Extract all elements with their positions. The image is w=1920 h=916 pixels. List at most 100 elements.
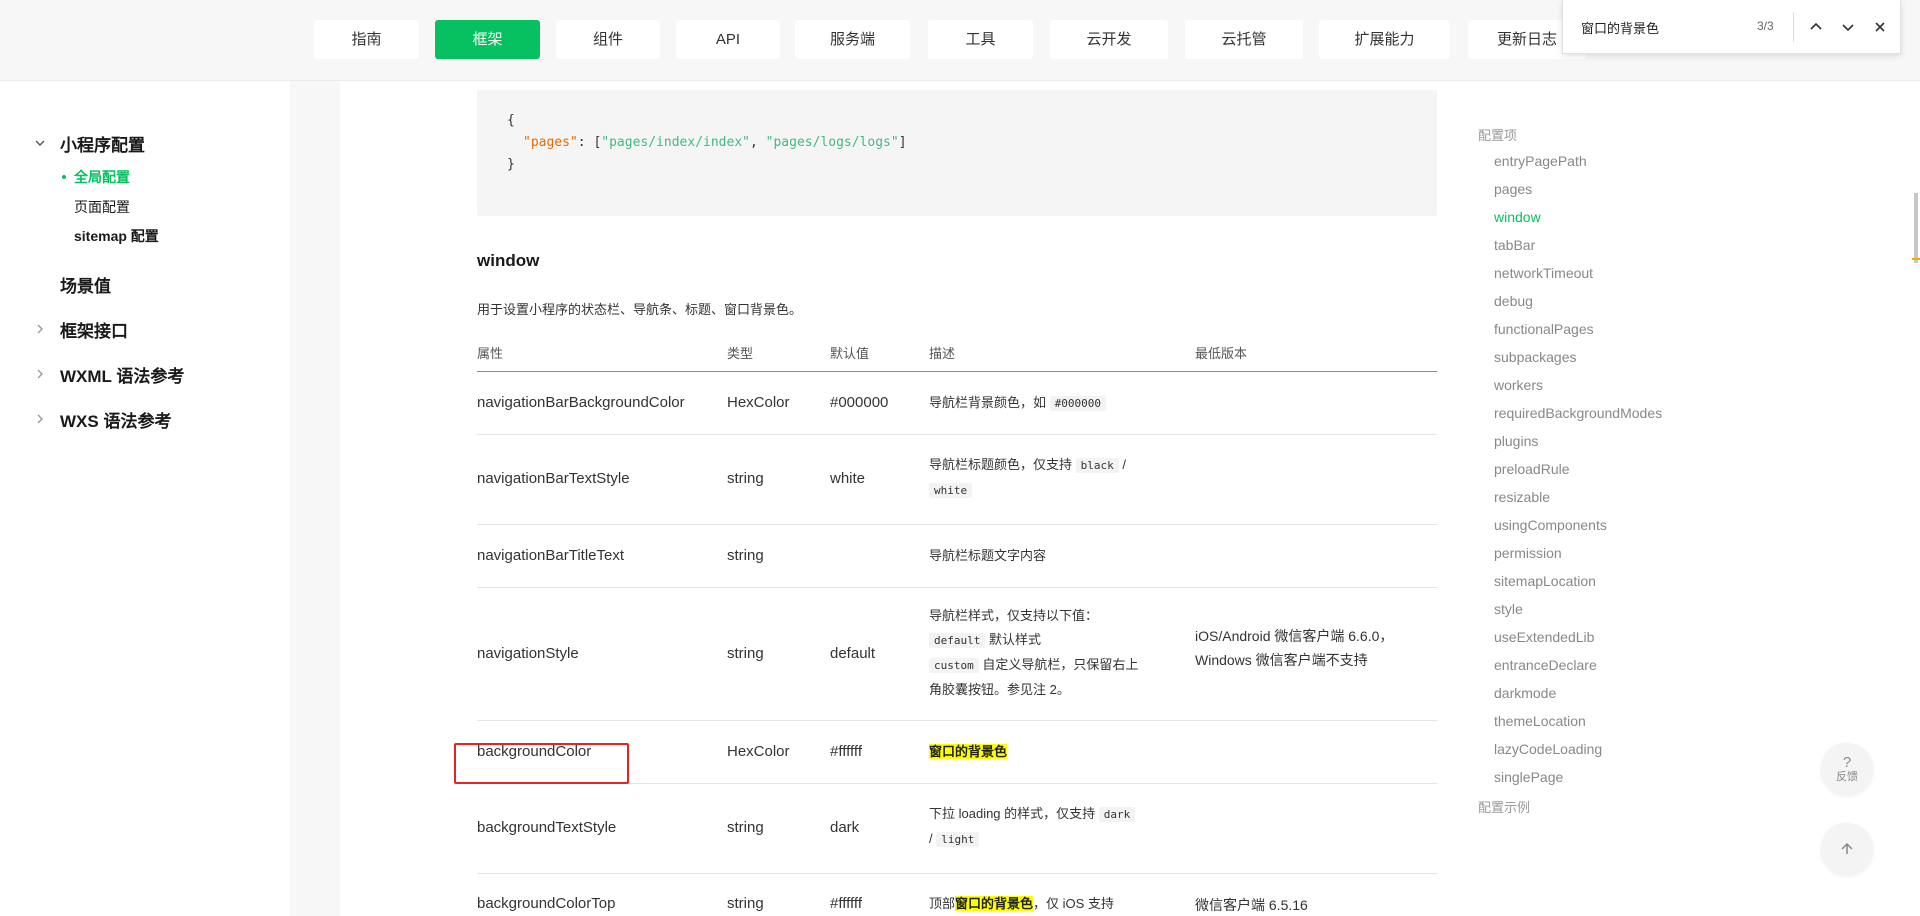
inline-code: white	[929, 483, 973, 498]
table-row: navigationBarTitleText string 导航栏标题文字内容	[477, 525, 1437, 588]
tab-tools[interactable]: 工具	[928, 20, 1033, 59]
code-sample: { "pages": ["pages/index/index", "pages/…	[477, 90, 1437, 216]
find-previous-button[interactable]	[1803, 14, 1829, 40]
toc-item[interactable]: networkTimeout	[1494, 265, 1593, 281]
toc-item[interactable]: singlePage	[1494, 769, 1563, 785]
toc-item[interactable]: entryPagePath	[1494, 153, 1587, 169]
cell-default: #000000	[830, 394, 889, 411]
code-key: "pages"	[523, 135, 578, 150]
desc-text: 下拉 loading 的样式，仅支持	[929, 806, 1096, 821]
cell-property: navigationBarBackgroundColor	[477, 394, 685, 411]
toc-heading[interactable]: 配置示例	[1478, 797, 1530, 816]
chevron-down-icon[interactable]	[34, 137, 46, 149]
tab-guide[interactable]: 指南	[314, 20, 419, 59]
table-row: backgroundTextStyle string dark 下拉 loadi…	[477, 784, 1437, 874]
sidebar-group-wxml[interactable]: WXML 语法参考	[60, 362, 184, 387]
find-close-button[interactable]	[1867, 14, 1893, 40]
toc-item[interactable]: darkmode	[1494, 685, 1556, 701]
toc-item[interactable]: entranceDeclare	[1494, 657, 1597, 673]
cell-description: 导航栏背景颜色，如 #000000	[929, 391, 1106, 416]
cell-type: HexColor	[727, 394, 790, 411]
table-row: backgroundColorTop string #ffffff 顶部窗口的背…	[477, 874, 1437, 916]
back-to-top-button[interactable]	[1821, 823, 1873, 875]
tab-cloud-hosting[interactable]: 云托管	[1185, 20, 1303, 59]
inline-code: black	[1075, 458, 1119, 473]
column-header: 描述	[929, 346, 956, 361]
chevron-right-icon[interactable]	[34, 368, 46, 380]
table-row: navigationBarTextStyle string white 导航栏标…	[477, 435, 1437, 525]
column-header: 属性	[477, 346, 504, 361]
chevron-right-icon[interactable]	[34, 413, 46, 425]
cell-property: navigationStyle	[477, 645, 579, 662]
toc-item[interactable]: preloadRule	[1494, 461, 1570, 477]
sidebar-group-scene[interactable]: 场景值	[60, 272, 111, 297]
cell-type: string	[727, 547, 764, 564]
toc-item[interactable]: permission	[1494, 545, 1562, 561]
toc-item[interactable]: requiredBackgroundModes	[1494, 405, 1662, 421]
toc-item[interactable]: usingComponents	[1494, 517, 1607, 533]
toc-item[interactable]: resizable	[1494, 489, 1550, 505]
cell-type: HexColor	[727, 743, 790, 760]
chevron-down-icon	[1842, 24, 1854, 32]
tab-cloud-dev[interactable]: 云开发	[1050, 20, 1168, 59]
sidebar-group-wxs[interactable]: WXS 语法参考	[60, 407, 171, 432]
tab-components[interactable]: 组件	[556, 20, 660, 59]
feedback-label: 反馈	[1836, 770, 1858, 783]
cell-description: 窗口的背景色	[929, 740, 1008, 764]
search-highlight: 窗口的背景色	[955, 896, 1034, 911]
cell-description: 导航栏样式，仅支持以下值： default 默认样式 custom 自定义导航栏…	[929, 604, 1169, 702]
find-next-button[interactable]	[1835, 14, 1861, 40]
feedback-button[interactable]: ? 反馈	[1821, 743, 1873, 795]
sidebar-item-global-config[interactable]: 全局配置	[74, 167, 130, 187]
toc-item[interactable]: functionalPages	[1494, 321, 1594, 337]
find-divider	[1793, 12, 1794, 42]
toc-heading[interactable]: 配置项	[1478, 125, 1517, 144]
code-brace: {	[507, 113, 515, 128]
cell-description: 导航栏标题文字内容	[929, 548, 1047, 563]
inline-code: custom	[929, 658, 979, 673]
cell-default: #ffffff	[830, 895, 862, 912]
toc-item-active[interactable]: window	[1494, 209, 1541, 225]
find-bar: 窗口的背景色 3/3	[1562, 0, 1901, 54]
tab-framework[interactable]: 框架	[435, 20, 540, 59]
arrow-up-icon	[1841, 842, 1853, 854]
cell-description: 下拉 loading 的样式，仅支持 dark / light	[929, 802, 1169, 852]
sidebar-item-sitemap-config[interactable]: sitemap 配置	[74, 226, 159, 246]
table-row: navigationStyle string default 导航栏样式，仅支持…	[477, 588, 1437, 721]
sidebar-group-framework-api[interactable]: 框架接口	[60, 317, 128, 342]
find-input[interactable]: 窗口的背景色	[1581, 18, 1659, 37]
cell-property: backgroundColorTop	[477, 895, 616, 912]
toc-item[interactable]: subpackages	[1494, 349, 1577, 365]
toc-item[interactable]: style	[1494, 601, 1523, 617]
column-header: 类型	[727, 346, 754, 361]
cell-default: dark	[830, 819, 860, 836]
toc-item[interactable]: lazyCodeLoading	[1494, 741, 1602, 757]
toc-item[interactable]: tabBar	[1494, 237, 1535, 253]
cell-type: string	[727, 645, 764, 662]
toc-item[interactable]: useExtendedLib	[1494, 629, 1594, 645]
version-text: Windows 微信客户端不支持	[1195, 652, 1368, 668]
toc-item[interactable]: workers	[1494, 377, 1543, 393]
toc-item[interactable]: sitemapLocation	[1494, 573, 1596, 589]
tab-extensions[interactable]: 扩展能力	[1319, 20, 1450, 59]
toc-item[interactable]: plugins	[1494, 433, 1538, 449]
desc-text: 顶部	[929, 896, 956, 911]
desc-text: 角胶囊按钮。参见注 2。	[929, 682, 1070, 697]
sidebar-item-page-config[interactable]: 页面配置	[74, 197, 130, 217]
cell-type: string	[727, 819, 764, 836]
tab-api[interactable]: API	[676, 20, 780, 59]
desc-text: 导航栏标题颜色，仅支持	[929, 457, 1073, 472]
cell-property: backgroundTextStyle	[477, 819, 617, 836]
scrollbar-thumb[interactable]	[1914, 193, 1918, 263]
cell-version: iOS/Android 微信客户端 6.6.0， Windows 微信客户端不支…	[1195, 624, 1393, 672]
tab-server[interactable]: 服务端	[795, 20, 910, 59]
desc-text: 导航栏背景颜色，如	[929, 395, 1047, 410]
toc-item[interactable]: debug	[1494, 293, 1533, 309]
section-description: 用于设置小程序的状态栏、导航条、标题、窗口背景色。	[477, 302, 803, 317]
cell-default: default	[830, 645, 876, 662]
sidebar-group-app-config[interactable]: 小程序配置	[60, 131, 145, 156]
chevron-right-icon[interactable]	[34, 323, 46, 335]
toc-item[interactable]: pages	[1494, 181, 1532, 197]
toc-item[interactable]: themeLocation	[1494, 713, 1586, 729]
code-punct: ,	[750, 135, 766, 150]
